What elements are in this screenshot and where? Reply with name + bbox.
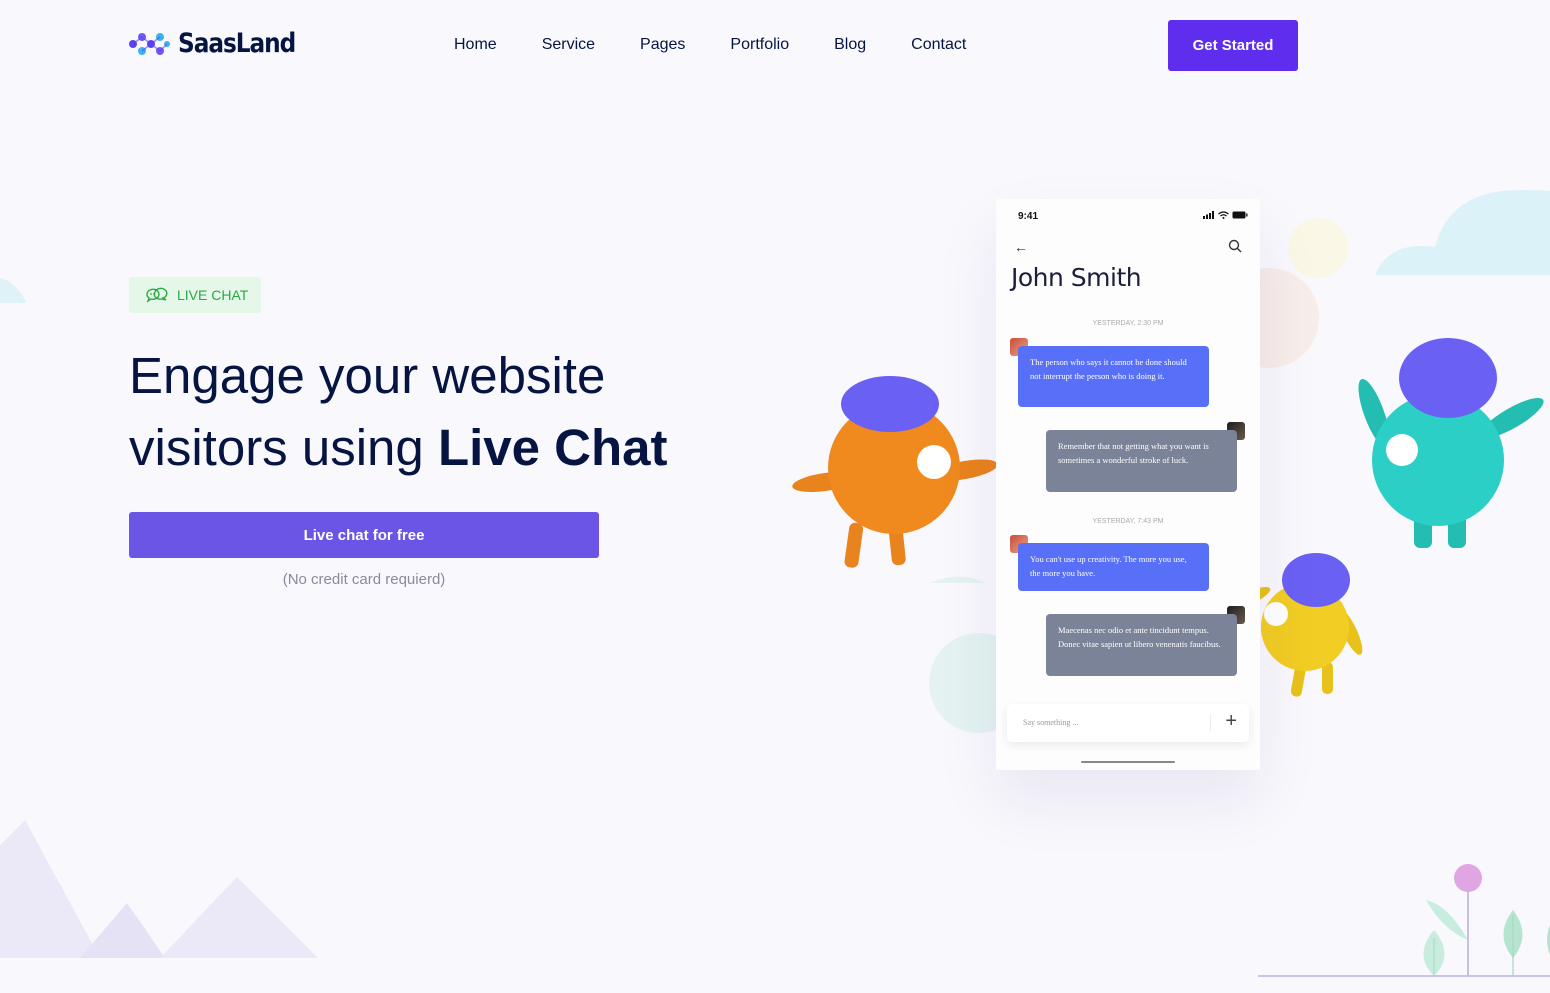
home-indicator xyxy=(1081,761,1175,763)
headline-line-1: Engage your website xyxy=(129,347,606,404)
logo-icon xyxy=(129,32,170,55)
headline-line-2: visitors using xyxy=(129,419,438,476)
chat-contact-name: John Smith xyxy=(1011,263,1142,292)
main-nav: Home Service Pages Portfolio Blog Contac… xyxy=(454,36,1011,54)
day-separator: YESTERDAY, 7:43 PM xyxy=(1092,518,1164,525)
plus-icon[interactable]: + xyxy=(1225,710,1237,733)
message-incoming: You can't use up creativity. The more yo… xyxy=(1018,543,1209,591)
orange-character-illustration xyxy=(792,376,998,568)
wifi-icon xyxy=(1218,211,1229,219)
back-arrow-icon[interactable]: ← xyxy=(1014,239,1028,255)
day-separator: YESTERDAY, 2:30 PM xyxy=(1092,320,1164,327)
tag-label: LIVE CHAT xyxy=(177,287,249,303)
no-credit-card-note: (No credit card requierd) xyxy=(282,571,446,588)
composer-divider xyxy=(1210,714,1211,732)
search-icon[interactable] xyxy=(1228,239,1242,253)
message-input[interactable]: Say something ... xyxy=(1023,718,1078,727)
message-outgoing: Remember that not getting what you want … xyxy=(1046,430,1237,492)
plants-decoration xyxy=(1258,864,1550,977)
left-edge-cloud-decoration xyxy=(0,278,27,303)
get-started-button[interactable]: Get Started xyxy=(1168,20,1298,71)
logo[interactable]: SaasLand xyxy=(128,28,314,59)
nav-pages[interactable]: Pages xyxy=(640,36,685,54)
message-outgoing: Maecenas nec odio et ante tincidunt temp… xyxy=(1046,614,1237,676)
message-composer: Say something ... + xyxy=(1007,704,1249,742)
status-time: 9:41 xyxy=(1018,211,1039,222)
live-chat-tag: LIVE CHAT xyxy=(129,277,261,313)
phone-chat-mockup: 9:41 ← John Smith YESTERDAY, 2:30 PM The… xyxy=(996,199,1260,770)
nav-home[interactable]: Home xyxy=(454,36,497,54)
teal-character-illustration xyxy=(1358,338,1544,548)
nav-contact[interactable]: Contact xyxy=(911,36,966,54)
live-chat-free-button[interactable]: Live chat for free xyxy=(129,512,599,558)
mountains-decoration xyxy=(0,820,318,958)
chat-bubbles-icon xyxy=(146,287,168,303)
nav-service[interactable]: Service xyxy=(542,36,595,54)
signal-icon xyxy=(1203,211,1214,219)
hero-headline: Engage your website visitors using Live … xyxy=(129,340,769,484)
brand-name: SaasLand xyxy=(178,28,296,59)
status-icons xyxy=(1203,211,1248,219)
nav-portfolio[interactable]: Portfolio xyxy=(730,36,789,54)
message-incoming: The person who says it cannot be done sh… xyxy=(1018,346,1209,407)
top-right-cloud-decoration xyxy=(1375,190,1550,275)
battery-icon xyxy=(1232,211,1248,219)
nav-blog[interactable]: Blog xyxy=(834,36,866,54)
headline-highlight: Live Chat xyxy=(437,419,668,476)
